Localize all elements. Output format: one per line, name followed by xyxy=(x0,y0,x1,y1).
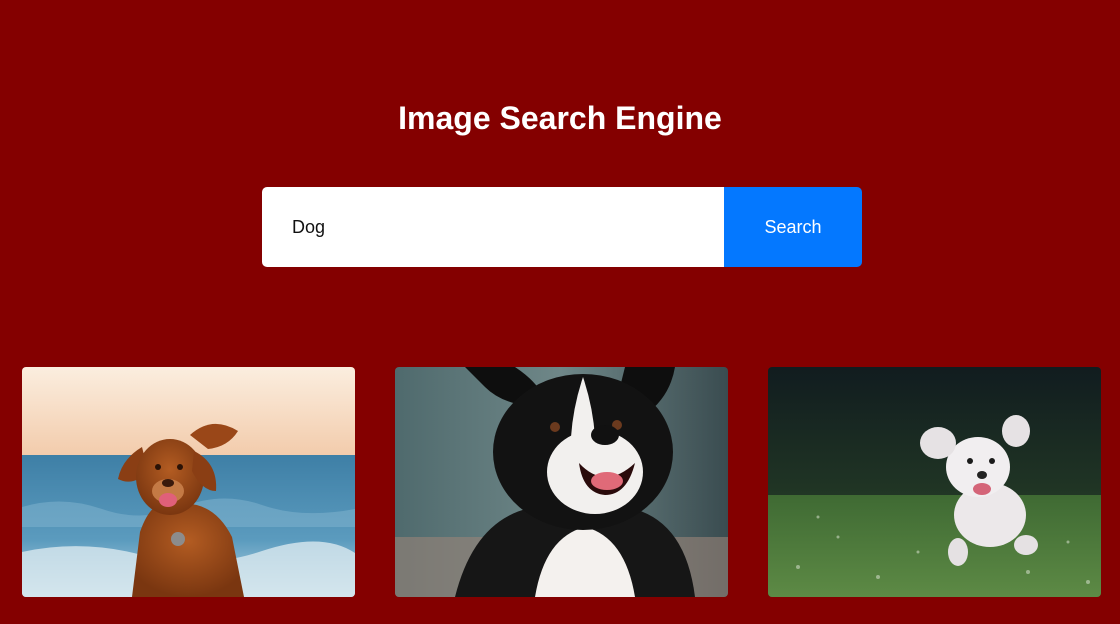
search-button[interactable]: Search xyxy=(724,187,862,267)
result-image-2[interactable] xyxy=(395,367,728,597)
result-image-3[interactable] xyxy=(768,367,1101,597)
search-input[interactable] xyxy=(262,187,724,267)
page-title: Image Search Engine xyxy=(398,100,722,136)
search-bar: Search xyxy=(262,187,862,267)
result-image-1[interactable] xyxy=(22,367,355,597)
image-results-grid xyxy=(22,367,1101,597)
